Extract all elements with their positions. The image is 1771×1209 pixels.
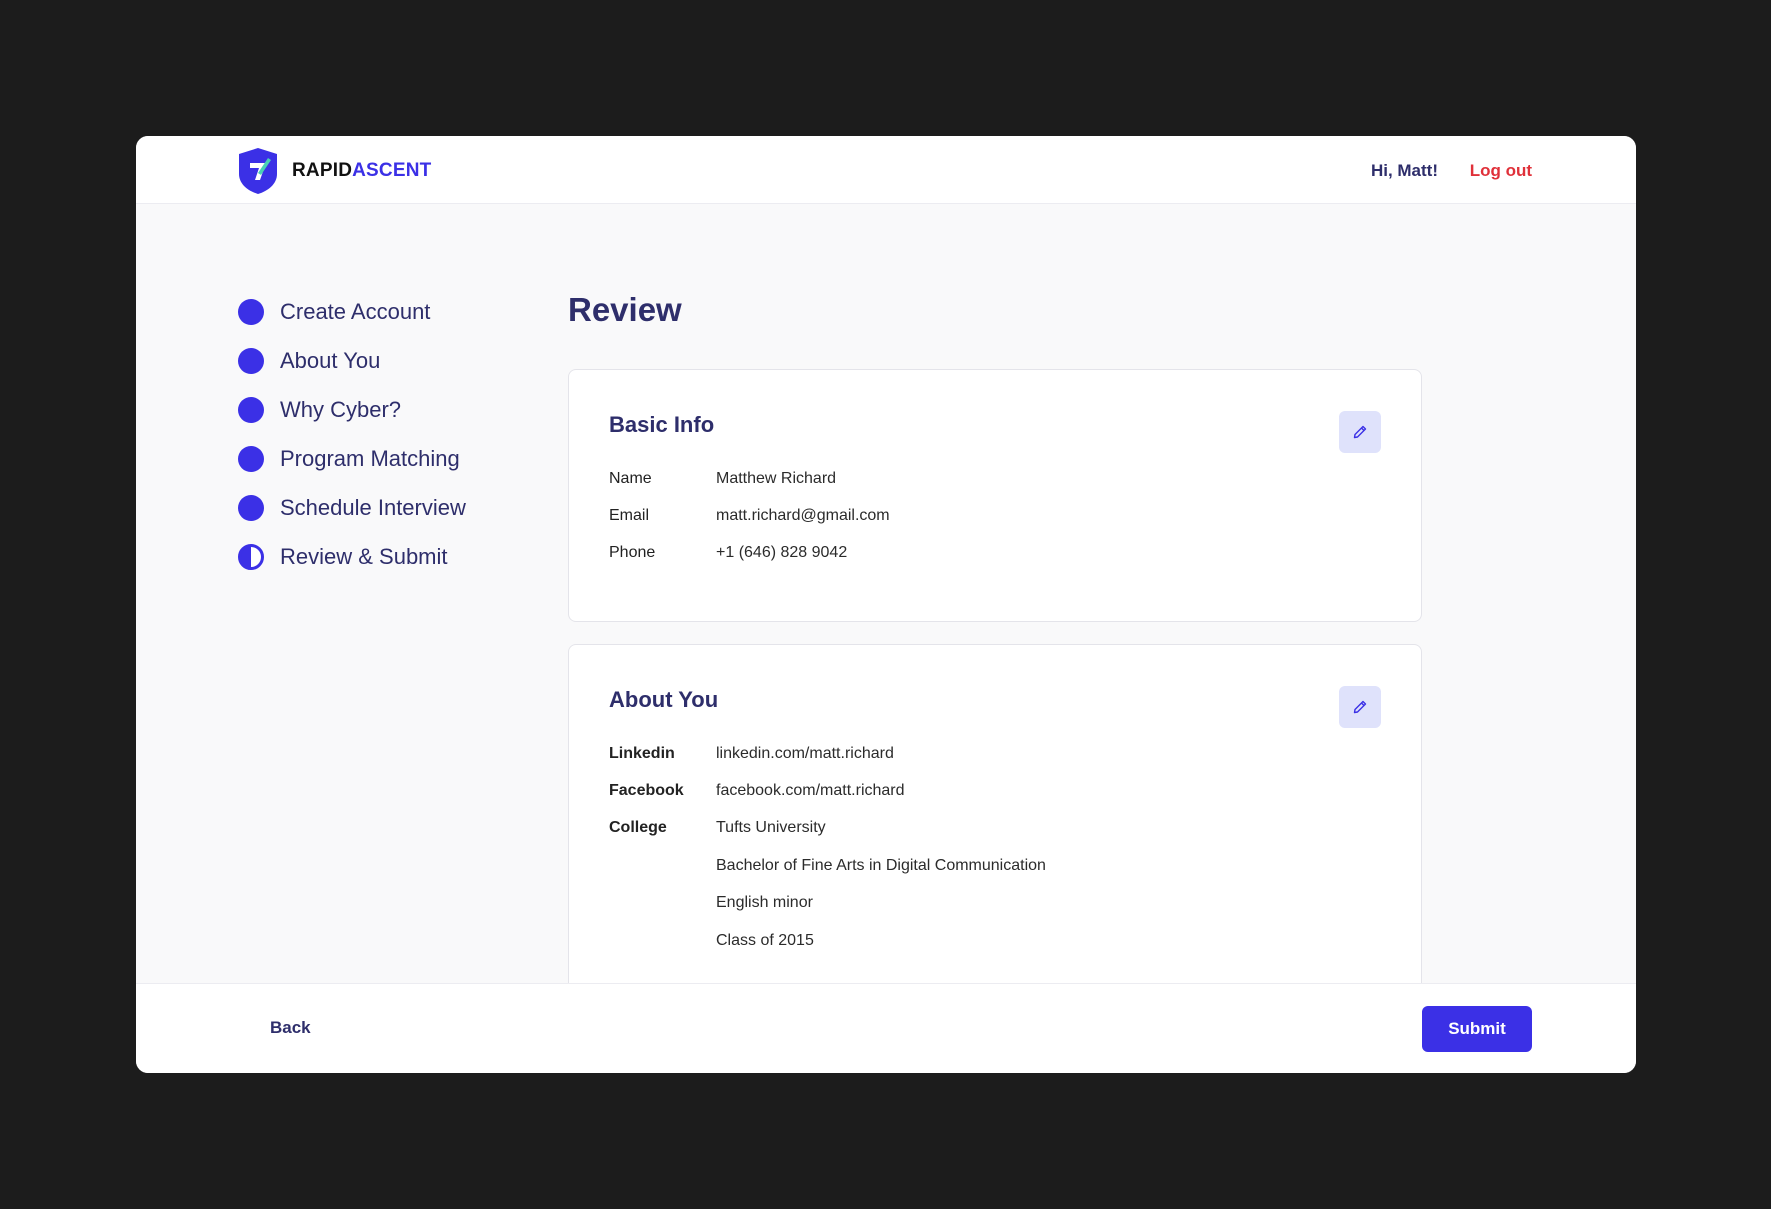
edit-basic-info-button[interactable] xyxy=(1339,411,1381,453)
field-value: linkedin.com/matt.richard xyxy=(716,745,894,762)
field-label: Facebook xyxy=(609,782,684,799)
step-label: About You xyxy=(280,347,381,373)
field-value: +1 (646) 828 9042 xyxy=(716,544,848,561)
step-label: Review & Submit xyxy=(280,543,448,569)
info-row-email: Email matt.richard@gmail.com xyxy=(609,507,890,525)
field-label: Phone xyxy=(609,544,656,561)
field-label: College xyxy=(609,819,667,836)
step-schedule-interview[interactable]: Schedule Interview xyxy=(238,483,466,532)
edit-about-you-button[interactable] xyxy=(1339,686,1381,728)
field-label: Linkedin xyxy=(609,745,675,762)
info-row-phone: Phone +1 (646) 828 9042 xyxy=(609,544,847,562)
college-details: Tufts University Bachelor of Fine Arts i… xyxy=(716,819,1046,969)
logo[interactable]: RAPIDASCENT xyxy=(238,147,431,195)
field-value: Matthew Richard xyxy=(716,470,837,487)
top-bar: RAPIDASCENT Hi, Matt! Log out xyxy=(136,136,1636,204)
step-program-matching[interactable]: Program Matching xyxy=(238,434,466,483)
college-class-year: Class of 2015 xyxy=(716,931,814,949)
step-review-submit[interactable]: Review & Submit xyxy=(238,532,466,581)
step-complete-icon xyxy=(238,396,264,423)
footer-bar: Back Submit xyxy=(136,983,1636,1073)
logo-text-ascent: ASCENT xyxy=(352,160,432,181)
basic-info-card: Basic Info Name Matthew Richard Email ma… xyxy=(568,369,1422,622)
step-why-cyber[interactable]: Why Cyber? xyxy=(238,385,466,434)
user-greeting: Hi, Matt! xyxy=(1370,161,1438,180)
pencil-icon xyxy=(1353,425,1367,439)
step-complete-icon xyxy=(238,347,264,374)
about-you-card: About You Linkedin linkedin.com/matt.ric… xyxy=(568,644,1422,1024)
info-row-college: College Tufts University Bachelor of Fin… xyxy=(609,819,1046,969)
step-label: Why Cyber? xyxy=(280,396,402,422)
progress-steps: Create Account About You Why Cyber? Prog… xyxy=(238,287,466,581)
college-name: Tufts University xyxy=(716,819,826,836)
info-row-facebook: Facebook facebook.com/matt.richard xyxy=(609,782,905,800)
info-row-linkedin: Linkedin linkedin.com/matt.richard xyxy=(609,745,894,763)
submit-button[interactable]: Submit xyxy=(1422,1006,1532,1052)
shield-logo-icon xyxy=(239,148,277,194)
pencil-icon xyxy=(1353,700,1367,714)
field-value: matt.richard@gmail.com xyxy=(716,507,890,524)
step-complete-icon xyxy=(238,445,264,472)
college-degree: Bachelor of Fine Arts in Digital Communi… xyxy=(716,856,1046,874)
step-create-account[interactable]: Create Account xyxy=(238,287,466,336)
back-button[interactable]: Back xyxy=(270,1018,311,1038)
step-label: Schedule Interview xyxy=(280,494,466,520)
logo-text-rapid: RAPID xyxy=(292,160,353,181)
logo-wordmark: RAPIDASCENT xyxy=(292,160,431,182)
college-minor: English minor xyxy=(716,894,813,911)
step-complete-icon xyxy=(238,298,264,325)
card-title: Basic Info xyxy=(609,412,715,437)
field-value: facebook.com/matt.richard xyxy=(716,782,905,799)
page-title: Review xyxy=(568,291,682,328)
step-about-you[interactable]: About You xyxy=(238,336,466,385)
app-window: RAPIDASCENT Hi, Matt! Log out Create Acc… xyxy=(136,136,1636,1073)
step-complete-icon xyxy=(238,494,264,521)
card-title: About You xyxy=(609,687,719,712)
step-current-icon xyxy=(238,543,264,570)
logout-link[interactable]: Log out xyxy=(1470,161,1532,181)
step-label: Program Matching xyxy=(280,445,460,471)
info-row-name: Name Matthew Richard xyxy=(609,470,836,488)
step-label: Create Account xyxy=(280,298,431,324)
field-label: Email xyxy=(609,507,650,524)
field-label: Name xyxy=(609,470,652,487)
